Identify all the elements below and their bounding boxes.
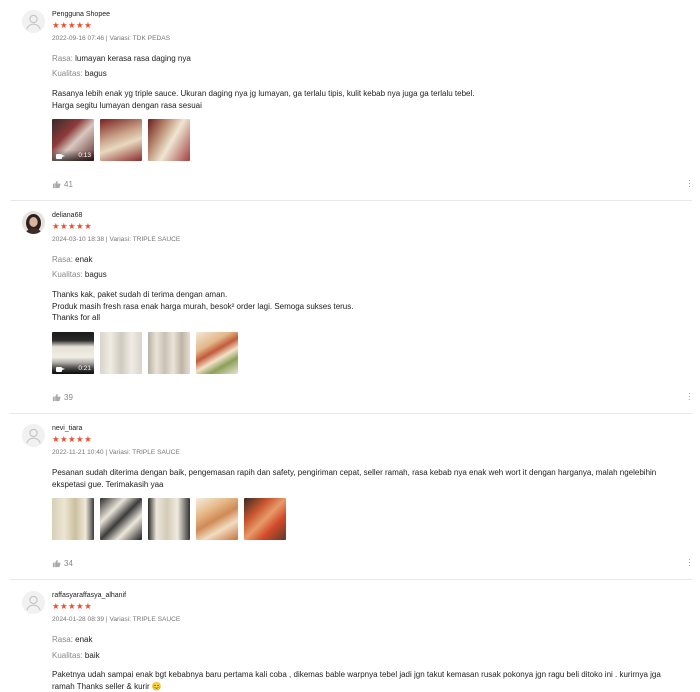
video-duration: 0:21: [78, 365, 91, 372]
default-avatar-icon[interactable]: [22, 10, 45, 33]
review-text-line: ramah Thanks seller & kurir 😊: [52, 681, 162, 691]
attribute-key: Kualitas:: [52, 69, 83, 78]
review-media: 0:21: [52, 332, 238, 374]
review-variant: TRIPLE SAUCE: [132, 236, 181, 243]
review-text: Paketnya udah sampai enak bgt kebabnya b…: [52, 669, 661, 692]
review-photo-thumbnail[interactable]: [148, 332, 190, 374]
review-text-line: Rasanya lebih enak yg triple sauce. Ukur…: [52, 89, 475, 98]
thumbs-up-icon: [52, 559, 61, 568]
video-overlay: 0:13: [52, 150, 94, 161]
review-username[interactable]: nevi_tiara: [52, 425, 82, 432]
attribute-key: Rasa:: [52, 54, 73, 63]
attribute-key: Kualitas:: [52, 651, 83, 660]
review-text-line: Harga segitu lumayan dengan rasa sesuai: [52, 100, 202, 110]
review-divider: [10, 413, 692, 414]
video-duration: 0:13: [78, 152, 91, 159]
review-text-line: Paketnya udah sampai enak bgt kebabnya b…: [52, 670, 661, 679]
more-vertical-icon[interactable]: · · ·: [688, 389, 691, 404]
attribute-rasa: Rasa: enak: [52, 255, 93, 264]
review-media: [52, 498, 286, 540]
star-rating: ★★★★★: [52, 20, 93, 30]
review-video-thumbnail[interactable]: 0:21: [52, 332, 94, 374]
attribute-key: Kualitas:: [52, 270, 83, 279]
review-photo-thumbnail[interactable]: [196, 332, 238, 374]
review-text-line: Pesanan sudah diterima dengan baik, peng…: [52, 468, 657, 477]
review-meta: 2024-01-28 08:39 | Variasi: TRIPLE SAUCE: [52, 616, 180, 623]
review-variant: TRIPLE SAUCE: [132, 616, 181, 623]
thumbs-up-icon: [52, 180, 61, 189]
review-text: Thanks kak, paket sudah di terima dengan…: [52, 289, 353, 324]
review-text-line: Produk masih fresh rasa enak harga murah…: [52, 301, 354, 311]
review-photo-thumbnail[interactable]: [100, 498, 142, 540]
attribute-value: lumayan kerasa rasa daging nya: [75, 54, 191, 63]
attribute-rasa: Rasa: lumayan kerasa rasa daging nya: [52, 54, 191, 63]
review-photo-thumbnail[interactable]: [148, 119, 190, 161]
variant-separator: | Variasi:: [103, 449, 133, 456]
variant-separator: | Variasi:: [104, 236, 133, 243]
more-vertical-icon[interactable]: · · ·: [688, 555, 691, 570]
review-username[interactable]: deliana68: [52, 212, 82, 219]
video-camera-icon: [56, 154, 65, 159]
star-rating: ★★★★★: [52, 221, 93, 231]
like-button[interactable]: 34: [52, 559, 73, 568]
review-text-line: Thanks for all: [52, 313, 101, 323]
attribute-value: bagus: [84, 270, 107, 279]
review-photo-thumbnail[interactable]: [100, 119, 142, 161]
review-divider: [10, 200, 692, 201]
review-photo-thumbnail[interactable]: [52, 498, 94, 540]
attribute-rasa: Rasa: enak: [52, 635, 93, 644]
user-avatar[interactable]: [22, 211, 45, 234]
attribute-value: enak: [75, 255, 93, 264]
review-meta: 2022-11-21 10:40 | Variasi: TRIPLE SAUCE: [52, 449, 180, 456]
review-username[interactable]: raffasyaraffasya_alhanif: [52, 592, 126, 599]
review-text-line: Thanks kak, paket sudah di terima dengan…: [52, 290, 228, 299]
like-button[interactable]: 39: [52, 393, 73, 402]
attribute-value: baik: [84, 651, 100, 660]
attribute-kualitas: Kualitas: baik: [52, 651, 100, 660]
review-variant: TRIPLE SAUCE: [132, 449, 180, 456]
review-photo-thumbnail[interactable]: [148, 498, 190, 540]
review-text: Pesanan sudah diterima dengan baik, peng…: [52, 467, 656, 490]
review-meta: 2024-03-10 18:38 | Variasi: TRIPLE SAUCE: [52, 236, 180, 243]
video-camera-icon: [56, 367, 65, 372]
variant-separator: | Variasi:: [104, 35, 133, 42]
attribute-value: enak: [75, 635, 93, 644]
like-count: 41: [64, 180, 73, 189]
review-date: 2024-01-28 08:39: [52, 616, 105, 623]
star-rating: ★★★★★: [52, 434, 93, 444]
review-divider: [10, 579, 692, 580]
more-vertical-icon[interactable]: · · ·: [688, 176, 691, 191]
review-photo-thumbnail[interactable]: [196, 498, 238, 540]
review-variant: TDK PEDAS: [132, 35, 171, 42]
star-rating: ★★★★★: [52, 601, 93, 611]
attribute-kualitas: Kualitas: bagus: [52, 270, 107, 279]
review-photo-thumbnail[interactable]: [244, 498, 286, 540]
default-avatar-icon[interactable]: [22, 591, 45, 614]
review-meta: 2022-09-16 07:46 | Variasi: TDK PEDAS: [52, 35, 170, 42]
review-photo-thumbnail[interactable]: [100, 332, 142, 374]
like-count: 34: [64, 559, 73, 568]
review-text: Rasanya lebih enak yg triple sauce. Ukur…: [52, 88, 474, 111]
variant-separator: | Variasi:: [104, 616, 133, 623]
attribute-kualitas: Kualitas: bagus: [52, 69, 107, 78]
default-avatar-icon[interactable]: [22, 424, 45, 447]
like-count: 39: [64, 393, 73, 402]
review-media: 0:13: [52, 119, 190, 161]
review-date: 2022-09-16 07:46: [52, 35, 105, 42]
review-username[interactable]: Pengguna Shopee: [52, 11, 110, 18]
thumbs-up-icon: [52, 393, 61, 402]
video-overlay: 0:21: [52, 363, 94, 374]
review-text-line: ekspetasi gue. Terimakasih yaa: [52, 479, 164, 489]
like-button[interactable]: 41: [52, 180, 73, 189]
attribute-value: bagus: [84, 69, 107, 78]
review-video-thumbnail[interactable]: 0:13: [52, 119, 94, 161]
review-date: 2022-11-21 10:40: [52, 449, 104, 456]
review-date: 2024-03-10 18:38: [52, 236, 105, 243]
attribute-key: Rasa:: [52, 255, 73, 264]
attribute-key: Rasa:: [52, 635, 73, 644]
